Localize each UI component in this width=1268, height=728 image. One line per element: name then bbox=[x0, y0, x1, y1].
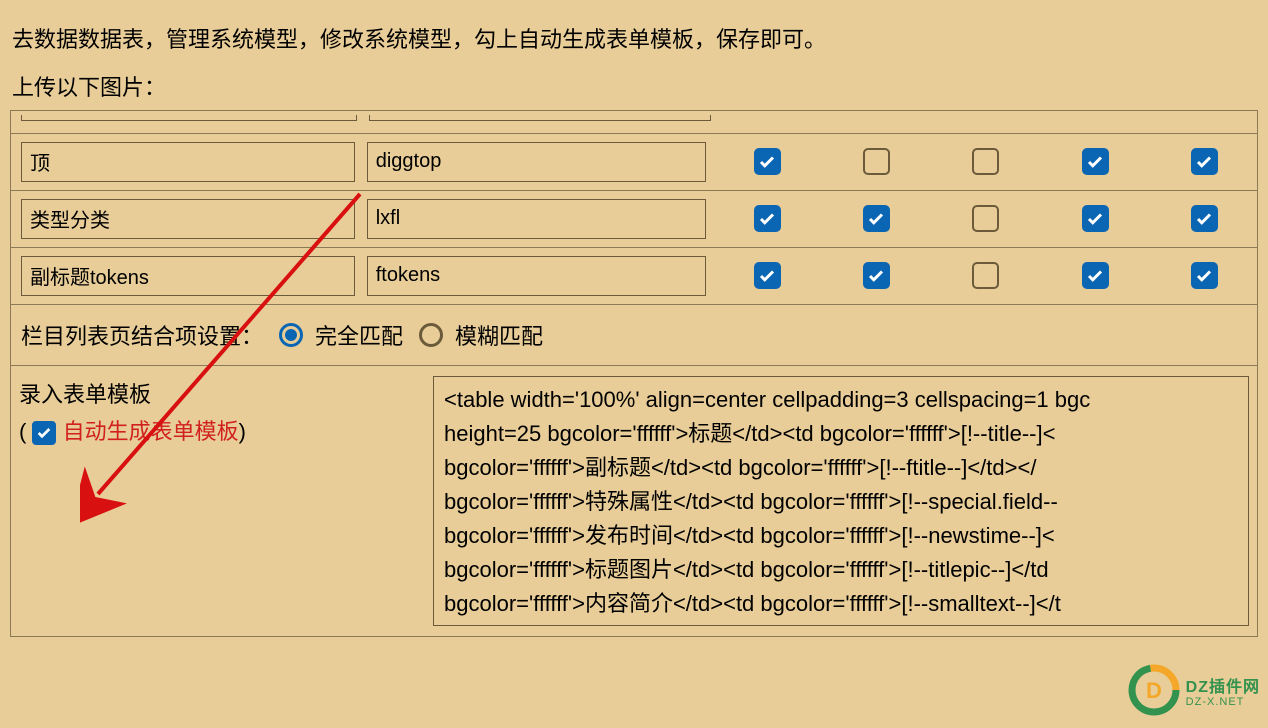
checkbox[interactable] bbox=[754, 262, 781, 289]
checkbox[interactable] bbox=[1191, 262, 1218, 289]
checkbox[interactable] bbox=[863, 148, 890, 175]
upload-label: 上传以下图片： bbox=[0, 70, 1268, 110]
field-input[interactable] bbox=[367, 142, 707, 182]
radio-exact[interactable] bbox=[279, 323, 303, 347]
instruction-text: 去数据数据表，管理系统模型，修改系统模型，勾上自动生成表单模板，保存即可。 bbox=[0, 0, 1268, 70]
checkbox[interactable] bbox=[972, 205, 999, 232]
table-row bbox=[11, 111, 1257, 134]
watermark-sub: DZ-X.NET bbox=[1186, 696, 1260, 708]
field-input[interactable] bbox=[367, 199, 707, 239]
checkbox[interactable] bbox=[1191, 148, 1218, 175]
field-input[interactable] bbox=[367, 256, 707, 296]
match-setting-label: 栏目列表页结合项设置： bbox=[21, 319, 263, 351]
template-title: 录入表单模板 bbox=[19, 382, 151, 407]
watermark-brand: DZ插件网 bbox=[1186, 679, 1260, 696]
checkbox[interactable] bbox=[972, 148, 999, 175]
checkbox[interactable] bbox=[754, 205, 781, 232]
radio-fuzzy-label: 模糊匹配 bbox=[455, 319, 543, 351]
checkbox[interactable] bbox=[863, 205, 890, 232]
paren-open: ( bbox=[19, 419, 32, 444]
table-row bbox=[11, 248, 1257, 305]
checkbox[interactable] bbox=[1082, 205, 1109, 232]
watermark: D DZ插件网 DZ-X.NET bbox=[1126, 662, 1260, 718]
watermark-logo-icon: D bbox=[1126, 662, 1182, 718]
checkbox[interactable] bbox=[1191, 205, 1218, 232]
paren-close: ) bbox=[239, 419, 246, 444]
radio-fuzzy[interactable] bbox=[419, 323, 443, 347]
name-input[interactable] bbox=[21, 199, 355, 239]
name-input[interactable] bbox=[21, 142, 355, 182]
table-row bbox=[11, 191, 1257, 248]
checkbox[interactable] bbox=[863, 262, 890, 289]
name-input[interactable] bbox=[21, 256, 355, 296]
checkbox[interactable] bbox=[754, 148, 781, 175]
svg-text:D: D bbox=[1146, 678, 1162, 703]
checkbox[interactable] bbox=[1082, 148, 1109, 175]
auto-generate-checkbox[interactable] bbox=[32, 421, 56, 445]
template-section: 录入表单模板 ( 自动生成表单模板) bbox=[11, 366, 1257, 636]
match-setting-row: 栏目列表页结合项设置： 完全匹配 模糊匹配 bbox=[11, 305, 1257, 366]
radio-exact-label: 完全匹配 bbox=[315, 319, 403, 351]
table-row bbox=[11, 134, 1257, 191]
template-textarea[interactable] bbox=[433, 376, 1249, 626]
config-panel: 栏目列表页结合项设置： 完全匹配 模糊匹配 录入表单模板 ( 自动生成表单模板) bbox=[10, 110, 1258, 637]
checkbox[interactable] bbox=[1082, 262, 1109, 289]
auto-generate-label: 自动生成表单模板 bbox=[63, 419, 239, 444]
checkbox[interactable] bbox=[972, 262, 999, 289]
